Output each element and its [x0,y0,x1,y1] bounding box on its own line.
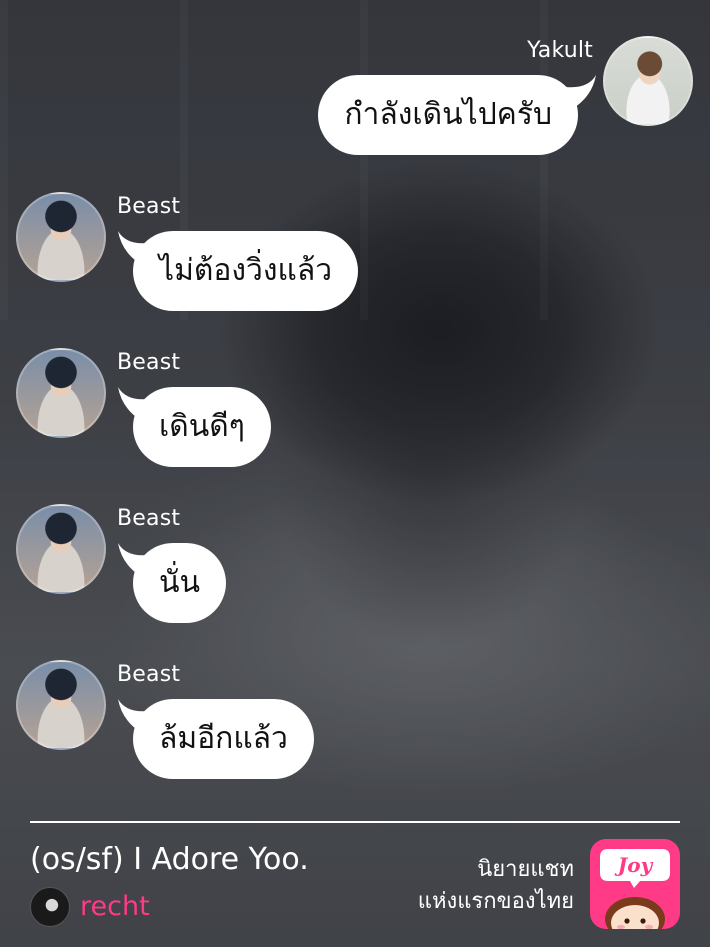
message-bubble: ไม่ต้องวิ่งแล้ว [133,231,359,311]
sender-name: Beast [117,194,181,219]
avatar-beast[interactable] [16,348,106,438]
tagline-line-1: นิยายแชท [477,857,574,882]
joy-logo-icon: Joy [600,849,670,929]
message-bubble: เดินดีๆ [133,387,271,467]
message-bubble: นั่น [133,543,227,623]
avatar-beast[interactable] [16,192,106,282]
author-avatar[interactable] [30,887,70,927]
sender-name: Yakult [527,38,593,63]
sender-name: Beast [117,662,181,687]
sender-name: Beast [117,506,181,531]
avatar-beast[interactable] [16,504,106,594]
message-bubble: กำลังเดินไปครับ [318,75,578,155]
app-tagline: นิยายแชท แห่งแรกของไทย [418,854,574,918]
tagline-line-2: แห่งแรกของไทย [417,889,574,914]
avatar-beast[interactable] [16,660,106,750]
story-title[interactable]: (os/sf) I Adore Yoo. [30,842,309,877]
logo-text: Joy [614,853,654,877]
avatar-yakult[interactable] [603,36,693,126]
sender-name: Beast [117,350,181,375]
author-name[interactable]: recht [80,891,150,922]
message-bubble: ล้มอีกแล้ว [133,699,314,779]
joy-app-logo[interactable]: Joy [590,839,680,929]
footer-divider [30,821,680,823]
